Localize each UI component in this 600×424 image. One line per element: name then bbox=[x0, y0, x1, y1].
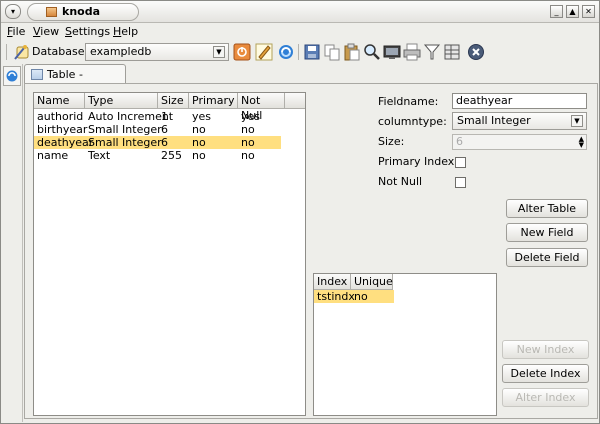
primary-index-checkbox[interactable] bbox=[455, 157, 466, 168]
table-row[interactable]: name Text 255 no no bbox=[34, 149, 281, 162]
fields-table[interactable]: Name Type Size Primary Not Null authorid… bbox=[33, 92, 306, 416]
print-icon[interactable] bbox=[403, 43, 421, 61]
size-stepper[interactable]: 6 ▲ ▼ bbox=[452, 134, 587, 150]
title-pill: knoda bbox=[27, 3, 139, 21]
table-row-selected[interactable]: deathyear Small Integer 6 no no bbox=[34, 136, 281, 149]
column-header-type[interactable]: Type bbox=[85, 93, 158, 109]
column-header-name[interactable]: Name bbox=[34, 93, 85, 109]
new-index-button[interactable]: New Index bbox=[502, 340, 589, 359]
cell-index: tstindx bbox=[317, 290, 355, 303]
cell-not-null: yes bbox=[241, 110, 261, 123]
cell-not-null: no bbox=[241, 136, 255, 149]
column-header-not-null[interactable]: Not Null bbox=[238, 93, 285, 122]
cell-size: 1 bbox=[161, 110, 168, 123]
column-header-index[interactable]: Index bbox=[314, 274, 351, 290]
paste-icon[interactable] bbox=[343, 43, 361, 61]
stepper-arrows-icon: ▲ ▼ bbox=[578, 135, 584, 149]
find-icon[interactable] bbox=[363, 43, 381, 61]
table-properties-icon[interactable] bbox=[443, 43, 461, 61]
delete-field-button[interactable]: Delete Field bbox=[506, 248, 588, 267]
cell-type: Small Integer bbox=[88, 123, 162, 136]
minimize-button[interactable]: _ bbox=[550, 5, 563, 18]
refresh-icon[interactable] bbox=[277, 43, 295, 61]
menu-file[interactable]: File bbox=[7, 25, 25, 38]
maximize-button[interactable]: ▲ bbox=[566, 5, 579, 18]
close-window-button[interactable]: ✕ bbox=[582, 5, 595, 18]
alter-index-button[interactable]: Alter Index bbox=[502, 388, 589, 407]
column-header-filler bbox=[285, 93, 305, 109]
copy-icon[interactable] bbox=[323, 43, 341, 61]
cell-size: 6 bbox=[161, 123, 168, 136]
new-field-button[interactable]: New Field bbox=[506, 223, 588, 242]
fieldname-label: Fieldname: bbox=[378, 95, 439, 108]
refresh-icon bbox=[6, 70, 18, 82]
cell-primary: no bbox=[192, 123, 206, 136]
close-icon[interactable] bbox=[467, 43, 485, 61]
chevron-down-icon: ▼ bbox=[571, 115, 583, 127]
database-select-value: exampledb bbox=[90, 45, 152, 58]
title-bar: ▾ knoda _ ▲ ✕ bbox=[1, 1, 599, 23]
cell-name: name bbox=[37, 149, 69, 162]
edit-icon[interactable] bbox=[255, 43, 273, 61]
cell-not-null: no bbox=[241, 123, 255, 136]
toolbar: Database: exampledb ▼ bbox=[1, 40, 599, 64]
not-null-checkbox[interactable] bbox=[455, 177, 466, 188]
columntype-select[interactable]: Small Integer ▼ bbox=[452, 112, 587, 130]
menu-view[interactable]: View bbox=[33, 25, 59, 38]
delete-index-button[interactable]: Delete Index bbox=[502, 364, 589, 383]
filter-icon[interactable] bbox=[423, 43, 441, 61]
cell-primary: yes bbox=[192, 110, 212, 123]
save-icon[interactable] bbox=[303, 43, 321, 61]
side-dock bbox=[1, 64, 23, 422]
table-icon bbox=[31, 69, 43, 80]
toolbar-separator bbox=[298, 44, 299, 60]
cell-type: Small Integer bbox=[88, 136, 162, 149]
cell-primary: no bbox=[192, 136, 206, 149]
cell-size: 255 bbox=[161, 149, 182, 162]
size-stepper-value: 6 bbox=[456, 135, 463, 148]
knoda-window: ▾ knoda _ ▲ ✕ File View Settings Help Da… bbox=[0, 0, 600, 424]
columntype-label: columntype: bbox=[378, 115, 447, 128]
cell-unique: no bbox=[354, 290, 368, 303]
fields-table-header: Name Type Size Primary Not Null bbox=[34, 93, 305, 122]
index-table[interactable]: Index Unique tstindx no bbox=[313, 273, 497, 416]
cell-not-null: no bbox=[241, 149, 255, 162]
column-header-primary[interactable]: Primary bbox=[189, 93, 238, 109]
alter-table-button[interactable]: Alter Table bbox=[506, 199, 588, 218]
cell-type: Text bbox=[88, 149, 111, 162]
fieldname-field[interactable]: deathyear bbox=[452, 93, 587, 109]
disconnect-icon[interactable] bbox=[233, 43, 251, 61]
app-icon bbox=[46, 7, 57, 17]
not-null-label: Not Null bbox=[378, 175, 423, 188]
database-select[interactable]: exampledb ▼ bbox=[85, 43, 229, 61]
primary-index-label: Primary Index bbox=[378, 155, 455, 168]
column-header-size[interactable]: Size bbox=[158, 93, 189, 109]
table-row[interactable]: birthyear Small Integer 6 no no bbox=[34, 123, 281, 136]
tab-table-authors[interactable]: Table - authors bbox=[24, 64, 126, 94]
menu-bar: File View Settings Help bbox=[1, 23, 599, 40]
chevron-down-icon: ▼ bbox=[213, 46, 225, 58]
cell-size: 6 bbox=[161, 136, 168, 149]
columntype-select-value: Small Integer bbox=[457, 114, 531, 127]
menu-help[interactable]: Help bbox=[113, 25, 138, 38]
column-header-unique[interactable]: Unique bbox=[351, 274, 393, 290]
database-wand-icon[interactable] bbox=[13, 43, 31, 61]
menu-settings[interactable]: Settings bbox=[65, 25, 110, 38]
dock-tab[interactable] bbox=[3, 66, 21, 86]
window-menu-button[interactable]: ▾ bbox=[5, 4, 21, 19]
index-row-selected[interactable]: tstindx no bbox=[314, 290, 394, 303]
database-label: Database: bbox=[32, 45, 89, 58]
window-title: knoda bbox=[62, 5, 101, 18]
cell-name: authorid bbox=[37, 110, 84, 123]
toolbar-handle bbox=[6, 44, 7, 60]
table-row[interactable]: authorid Auto Increment 1 yes yes bbox=[34, 110, 281, 123]
size-label: Size: bbox=[378, 135, 405, 148]
cell-name: birthyear bbox=[37, 123, 88, 136]
cell-primary: no bbox=[192, 149, 206, 162]
table-design-panel: Name Type Size Primary Not Null authorid… bbox=[24, 83, 598, 419]
monitor-icon[interactable] bbox=[383, 43, 401, 61]
